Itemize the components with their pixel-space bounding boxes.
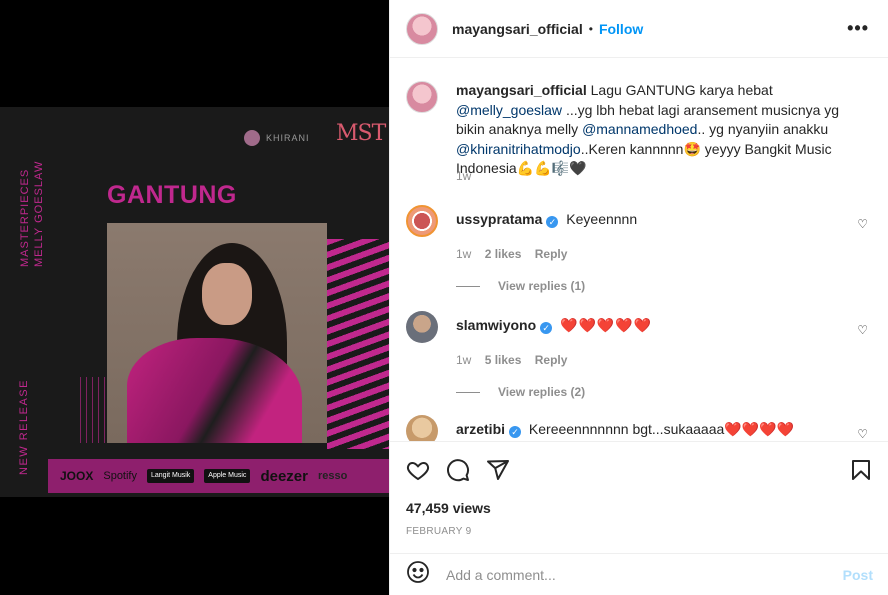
header-separator: • [588,21,593,36]
like-comment-icon[interactable]: ♡ [857,217,868,231]
verified-badge-icon: ✓ [546,216,559,228]
reply-button[interactable]: Reply [535,247,568,261]
comment-time[interactable]: 1w [456,353,471,367]
emoji-icon[interactable] [406,560,430,589]
view-replies-button[interactable]: View replies (2) [456,385,874,399]
view-replies-label: View replies (1) [498,279,586,293]
view-replies-label: View replies (2) [498,385,586,399]
apple-music-logo: Apple Music [204,469,251,483]
commenter-username[interactable]: arzetibi [456,421,505,437]
caption-text: mayangsari_official Lagu GANTUNG karya h… [456,81,866,179]
comments-section[interactable]: mayangsari_official Lagu GANTUNG karya h… [390,59,888,441]
author-avatar[interactable] [406,12,438,45]
comment-body: arzetibi ✓ Kereeennnnnnn bgt...sukaaaaa❤️… [456,415,794,438]
comment-text: Kereeennnnnnn bgt...sukaaaaa❤️❤️❤️❤️ [528,421,795,437]
like-comment-icon[interactable]: ♡ [857,427,868,441]
resso-logo: resso [317,470,348,482]
commenter-username[interactable]: slamwiyono [456,317,536,333]
comment-body: ussypratama ✓ Keyeennnn [456,205,637,228]
spotify-logo: Spotify [103,470,137,482]
commenter-avatar[interactable] [406,415,438,441]
poster-title: GANTUNG [107,181,237,209]
commenter-username[interactable]: ussypratama [456,211,542,227]
replies-divider [456,285,480,287]
comment-item: ussypratama ✓ Keyeennnn ♡ 1w 2 likes Repl… [406,205,874,293]
post-date[interactable]: FEBRUARY 9 [406,526,471,537]
follow-button[interactable]: Follow [599,21,643,37]
comment-text: ❤️❤️❤️❤️❤️ [560,317,653,333]
more-options-icon[interactable]: ••• [847,18,869,39]
khirani-logo-icon [244,130,260,146]
brand-label: KHIRANI [266,133,310,143]
joox-logo: JOOX [60,469,94,483]
caption-part: .. yg nyanyiin anakku [697,121,829,137]
caption-part: Lagu GANTUNG karya hebat [590,82,773,98]
action-icons [406,458,510,487]
series-label-line1: MASTERPIECES [19,168,31,267]
langit-musik-logo: Langit Musik [147,469,195,483]
comment-meta: 1w 5 likes Reply [456,353,874,367]
comment-item: arzetibi ✓ Kereeennnnnnn bgt...sukaaaaa❤️… [406,415,874,441]
poster-release-label: NEW RELEASE [18,379,30,475]
comment-likes[interactable]: 2 likes [485,247,522,261]
caption-timestamp[interactable]: 1w [456,169,471,183]
poster-series-label: MASTERPIECES MELLY GOESLAW [18,161,46,267]
save-bookmark-icon[interactable] [849,458,873,487]
mention-link[interactable]: @khiranitrihatmodjo [456,141,581,157]
photo-face [202,263,252,325]
comment-item: slamwiyono ✓ ❤️❤️❤️❤️❤️ ♡ 1w 5 likes Repl… [406,311,874,399]
post-header: mayangsari_official • Follow ••• [390,0,888,58]
platform-bar: JOOX Spotify Langit Musik Apple Music de… [48,459,389,493]
like-icon[interactable] [406,458,430,487]
comment-input[interactable]: Add a comment... [446,567,556,583]
like-comment-icon[interactable]: ♡ [857,323,868,337]
share-icon[interactable] [486,458,510,487]
post-media[interactable]: KHIRANI MST MASTERPIECES MELLY GOESLAW N… [0,0,389,595]
view-count[interactable]: 47,459 views [406,500,491,516]
mention-link[interactable]: @melly_goeslaw [456,102,562,118]
post-sidebar: mayangsari_official • Follow ••• mayangs… [389,0,888,595]
comment-icon[interactable] [446,458,470,487]
view-replies-button[interactable]: View replies (1) [456,279,874,293]
comment-likes[interactable]: 5 likes [485,353,522,367]
verified-badge-icon: ✓ [540,322,553,334]
singer-photo [107,223,327,443]
khirani-brand: KHIRANI [244,130,310,146]
verified-badge-icon: ✓ [509,426,522,438]
instagram-post-view: KHIRANI MST MASTERPIECES MELLY GOESLAW N… [0,0,888,595]
caption: mayangsari_official Lagu GANTUNG karya h… [406,81,866,179]
post-comment-button[interactable]: Post [843,567,873,583]
poster-decor-lines [80,377,108,443]
replies-divider [456,391,480,393]
album-cover-image: KHIRANI MST MASTERPIECES MELLY GOESLAW N… [0,107,389,497]
mention-link[interactable]: @mannamedhoed [582,121,697,137]
add-comment-bar: Add a comment... Post [390,553,888,595]
caption-author-avatar[interactable] [406,81,438,113]
comment-meta: 1w 2 likes Reply [456,247,874,261]
series-label-line2: MELLY GOESLAW [33,160,45,267]
comment-time[interactable]: 1w [456,247,471,261]
commenter-avatar[interactable] [406,205,438,237]
author-username[interactable]: mayangsari_official [452,21,583,37]
comment-body: slamwiyono ✓ ❤️❤️❤️❤️❤️ [456,311,652,334]
reply-button[interactable]: Reply [535,353,568,367]
commenter-avatar[interactable] [406,311,438,343]
post-actions: 47,459 views FEBRUARY 9 [390,441,888,553]
caption-author[interactable]: mayangsari_official [456,82,587,98]
mst-logo: MST [336,121,386,146]
comment-text: Keyeennnn [566,211,638,227]
poster-stripes [327,239,389,449]
deezer-logo: deezer [260,467,308,485]
